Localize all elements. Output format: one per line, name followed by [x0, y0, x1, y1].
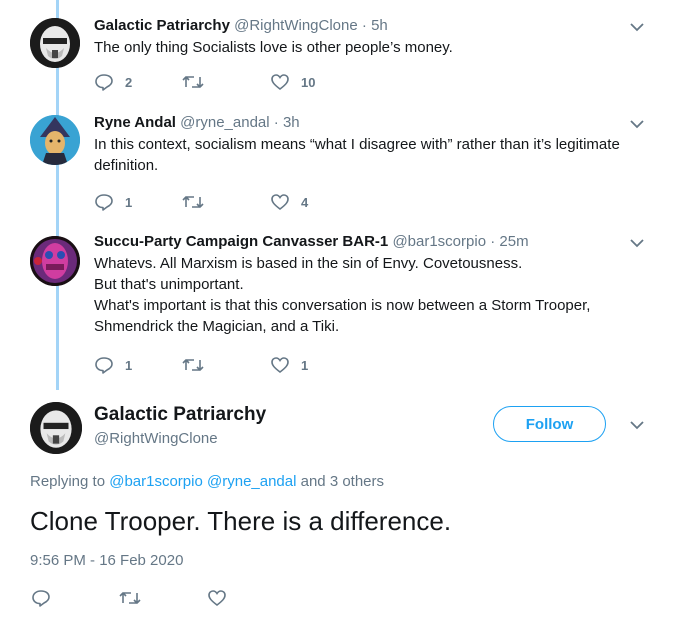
retweet-button[interactable]: [119, 588, 141, 608]
author-handle[interactable]: @RightWingClone: [94, 429, 266, 449]
mention-link[interactable]: @ryne_andal: [207, 473, 296, 490]
replying-to: Replying to @bar1scorpio @ryne_andal and…: [30, 473, 384, 490]
reply-button[interactable]: [31, 588, 51, 608]
stormtrooper-avatar[interactable]: [30, 402, 82, 454]
tweet-text: Clone Trooper. There is a difference.: [30, 506, 452, 536]
like-icon: [208, 590, 226, 607]
chevron-down-icon[interactable]: [628, 416, 646, 434]
mention-link[interactable]: @bar1scorpio: [109, 473, 203, 490]
replying-prefix: Replying to: [30, 473, 106, 490]
reply-icon: [32, 590, 50, 607]
main-tweet: Galactic Patriarchy @RightWingClone Foll…: [0, 0, 683, 621]
like-button[interactable]: [207, 588, 227, 608]
tweet-timestamp[interactable]: 9:56 PM - 16 Feb 2020: [30, 552, 183, 569]
follow-button[interactable]: Follow: [493, 406, 606, 442]
author-name[interactable]: Galactic Patriarchy: [94, 403, 266, 427]
replying-suffix[interactable]: and 3 others: [301, 473, 384, 490]
retweet-icon: [119, 592, 141, 604]
